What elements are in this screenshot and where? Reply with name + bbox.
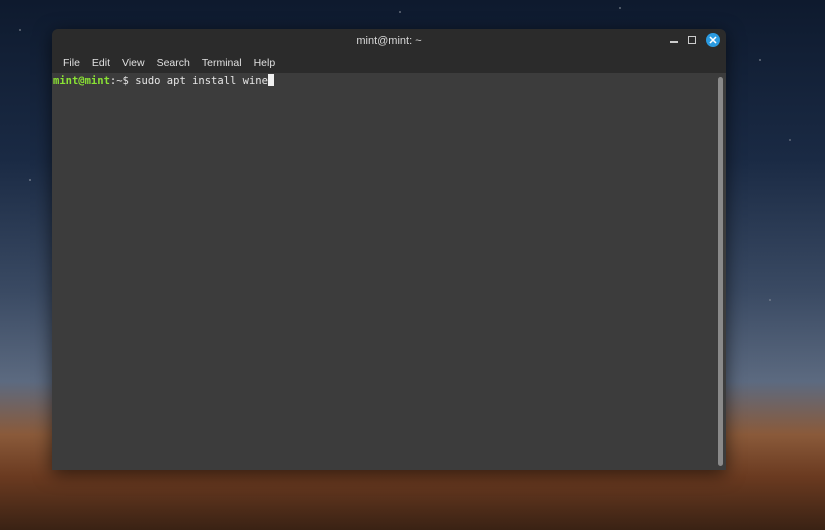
prompt-path: :~$ <box>109 75 136 87</box>
menu-edit[interactable]: Edit <box>86 57 116 69</box>
menu-view[interactable]: View <box>116 57 151 69</box>
maximize-icon[interactable] <box>688 36 696 44</box>
text-cursor <box>267 74 274 86</box>
window-title: mint@mint: ~ <box>356 35 422 47</box>
terminal-area[interactable]: mint@mint:~$ sudo apt install wine <box>52 73 726 470</box>
title-bar[interactable]: mint@mint: ~ ✕ <box>52 29 726 53</box>
menu-search[interactable]: Search <box>151 57 196 69</box>
command-text: sudo apt install wine <box>135 75 268 87</box>
minimize-icon[interactable] <box>670 41 678 43</box>
close-icon[interactable]: ✕ <box>706 33 720 47</box>
menu-file[interactable]: File <box>57 57 86 69</box>
menu-terminal[interactable]: Terminal <box>196 57 248 69</box>
menu-help[interactable]: Help <box>248 57 282 69</box>
menu-bar: File Edit View Search Terminal Help <box>52 53 726 73</box>
scrollbar[interactable] <box>718 77 723 466</box>
terminal-window: mint@mint: ~ ✕ File Edit View Search Ter… <box>52 29 726 470</box>
prompt-user: mint@mint <box>53 75 110 87</box>
